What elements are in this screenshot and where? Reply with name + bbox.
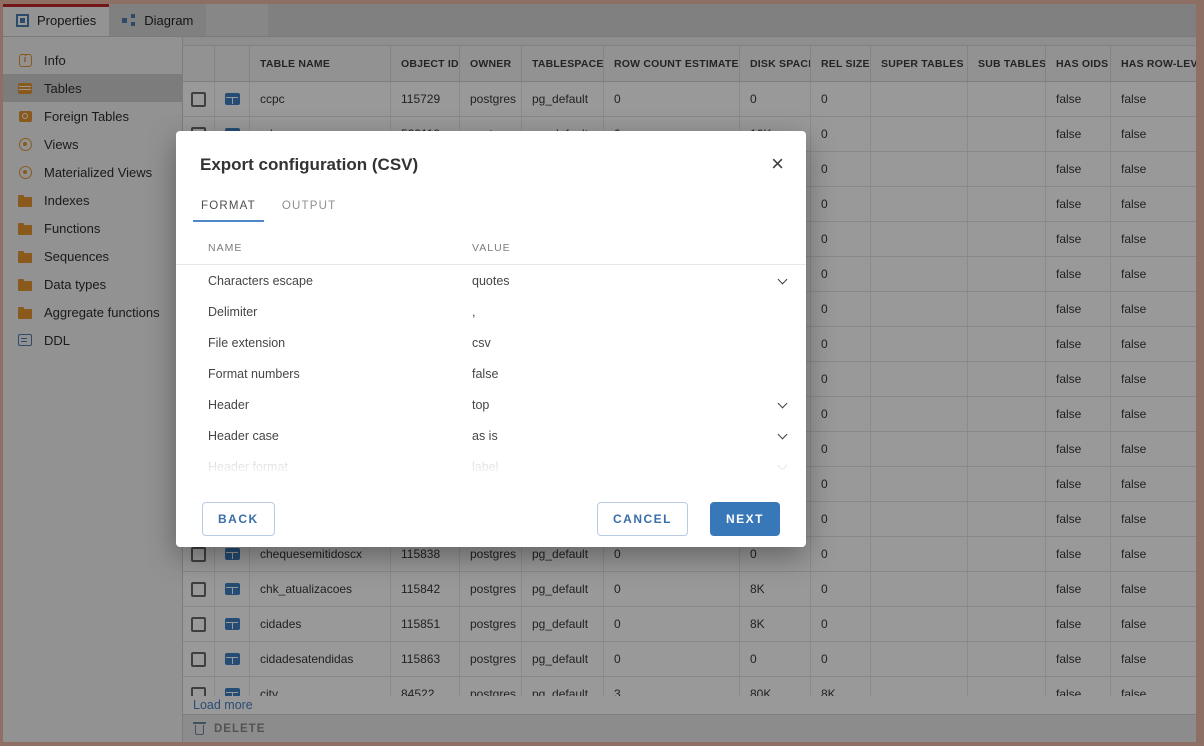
back-button[interactable]: BACK — [202, 502, 275, 536]
dialog-tab-format[interactable]: FORMAT — [193, 195, 264, 222]
setting-value-field[interactable]: csv — [472, 336, 786, 350]
setting-value-field[interactable]: label — [472, 460, 786, 474]
setting-value: as is — [472, 429, 498, 443]
dialog-setting-row: Characters escapequotes — [176, 265, 806, 296]
dialog-setting-row: Delimiter, — [176, 296, 806, 327]
setting-value-field[interactable]: , — [472, 305, 786, 319]
dialog-setting-row: Format numbersfalse — [176, 358, 806, 389]
dialog-setting-row: Headertop — [176, 389, 806, 420]
setting-name: Characters escape — [208, 274, 472, 288]
setting-value: quotes — [472, 274, 510, 288]
setting-value-field[interactable]: top — [472, 398, 786, 412]
dialog-setting-row: File extensioncsv — [176, 327, 806, 358]
setting-value-field[interactable]: quotes — [472, 274, 786, 288]
setting-name: File extension — [208, 336, 472, 350]
chevron-down-icon[interactable] — [778, 274, 788, 284]
setting-value-field[interactable]: false — [472, 367, 786, 381]
setting-value-field[interactable]: as is — [472, 429, 786, 443]
close-icon[interactable]: × — [771, 155, 784, 173]
export-configuration-dialog: Export configuration (CSV) × FORMAT OUTPU… — [176, 131, 806, 547]
setting-name: Delimiter — [208, 305, 472, 319]
setting-name: Format numbers — [208, 367, 472, 381]
setting-value: csv — [472, 336, 491, 350]
chevron-down-icon[interactable] — [778, 460, 788, 470]
dialog-tab-output[interactable]: OUTPUT — [274, 195, 344, 222]
next-button[interactable]: NEXT — [710, 502, 780, 536]
setting-name: Header format — [208, 460, 472, 474]
dialog-settings-list: Characters escapequotesDelimiter,File ex… — [176, 265, 806, 475]
setting-value: , — [472, 305, 475, 319]
setting-value: top — [472, 398, 489, 412]
dialog-name-column-header: NAME — [208, 242, 472, 254]
dialog-title: Export configuration (CSV) — [200, 155, 418, 175]
dialog-tabs: FORMAT OUTPUT — [176, 195, 806, 222]
cancel-button[interactable]: CANCEL — [597, 502, 688, 536]
dialog-setting-row: Header caseas is — [176, 420, 806, 451]
setting-value: false — [472, 367, 498, 381]
setting-name: Header case — [208, 429, 472, 443]
setting-name: Header — [208, 398, 472, 412]
app-window: PropertiesDiagram InfoTablesForeign Tabl… — [0, 0, 1204, 746]
dialog-setting-row: Header formatlabel — [176, 451, 806, 475]
dialog-value-column-header: VALUE — [472, 242, 782, 254]
chevron-down-icon[interactable] — [778, 429, 788, 439]
setting-value: label — [472, 460, 498, 474]
chevron-down-icon[interactable] — [778, 398, 788, 408]
